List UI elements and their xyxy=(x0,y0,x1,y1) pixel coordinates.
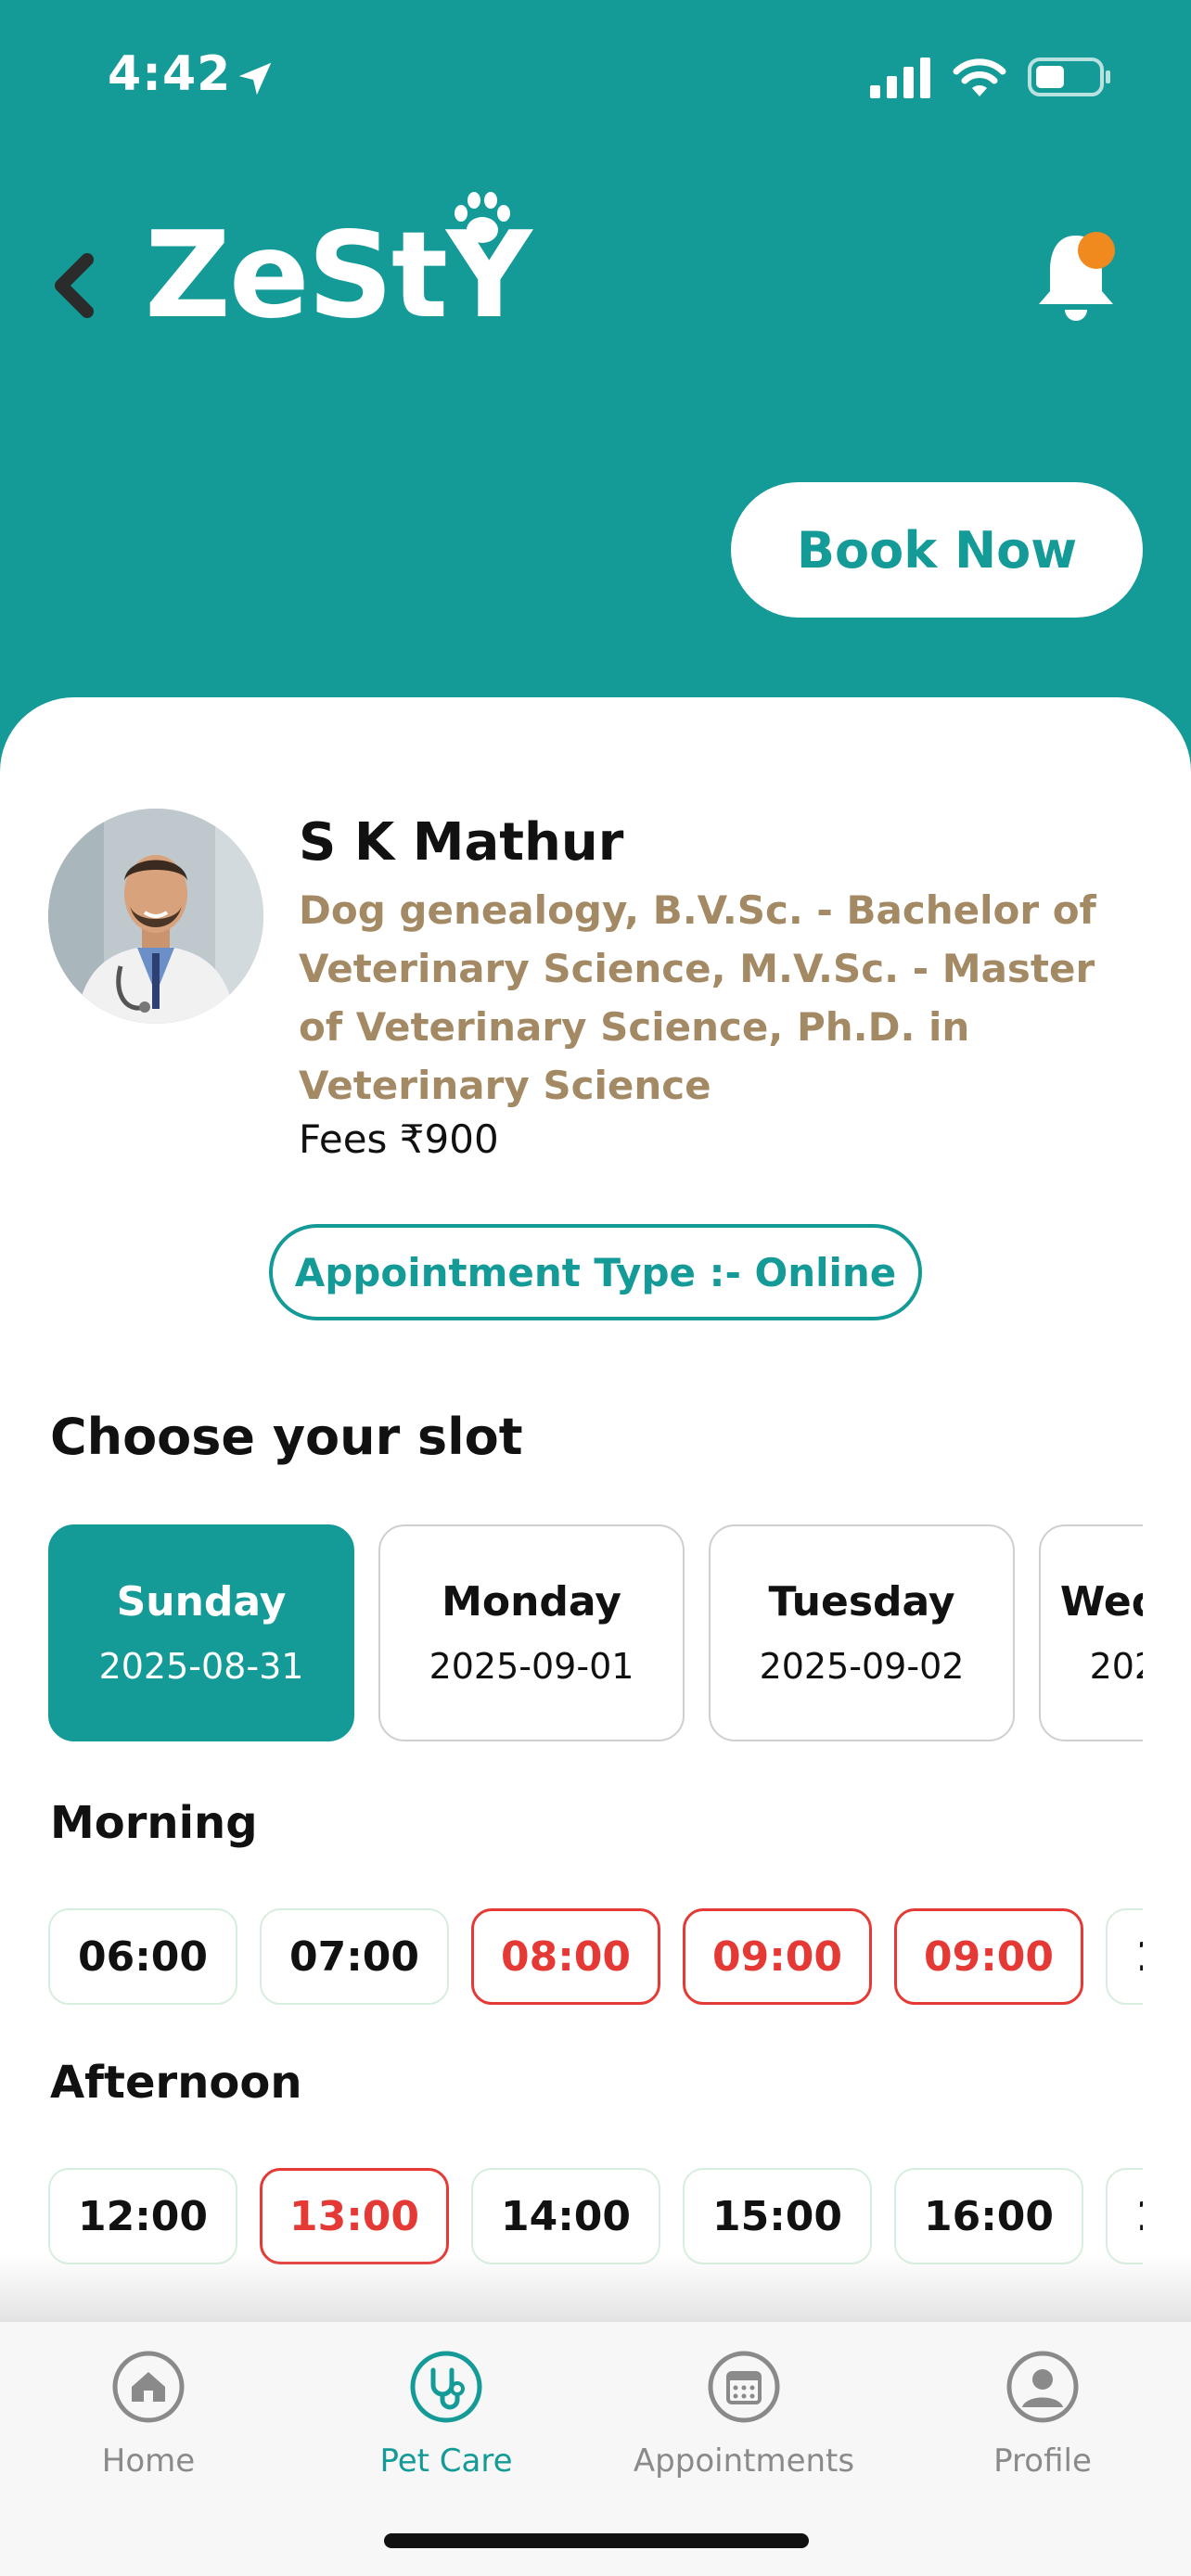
time-slot[interactable]: 16:00 xyxy=(894,2168,1083,2264)
notification-badge xyxy=(1078,232,1115,269)
time-slot[interactable]: 08:00 xyxy=(471,1908,660,2005)
time-slot[interactable]: 15:00 xyxy=(683,2168,872,2264)
day-date: 2025-09-01 xyxy=(429,1646,634,1687)
doctor-qualifications: Dog genealogy, B.V.Sc. - Bachelor of Vet… xyxy=(299,887,1096,1108)
battery-icon xyxy=(1028,57,1110,96)
day-name: Sunday xyxy=(116,1578,287,1626)
time-slot[interactable]: 09:00 xyxy=(683,1908,872,2005)
wifi-icon xyxy=(953,58,1006,96)
time-slot[interactable]: 10:00 xyxy=(1106,1908,1143,2005)
day-name: Wednesday xyxy=(1059,1578,1143,1626)
location-arrow-icon xyxy=(238,62,272,96)
appointment-type-badge: Appointment Type :- Online xyxy=(269,1224,922,1320)
time-slot[interactable]: 17:00 xyxy=(1106,2168,1143,2264)
time-slot[interactable]: 07:00 xyxy=(260,1908,449,2005)
time-slot[interactable]: 12:00 xyxy=(48,2168,237,2264)
home-indicator xyxy=(384,2533,809,2548)
day-date: 2025-08-31 xyxy=(98,1646,304,1687)
signal-icon xyxy=(870,57,930,98)
person-icon xyxy=(1006,2351,1079,2423)
day-name: Monday xyxy=(442,1578,621,1626)
book-now-button[interactable]: Book Now xyxy=(731,482,1143,618)
day-card[interactable]: Wednesday 2025-09-03 xyxy=(1039,1524,1143,1741)
day-date: 2025-09-03 xyxy=(1089,1646,1143,1687)
tab-label: Profile xyxy=(993,2442,1092,2480)
morning-slots: 06:00 07:00 08:00 09:00 09:00 10:00 xyxy=(48,1906,1143,2009)
time-slot[interactable]: 09:00 xyxy=(894,1908,1083,2005)
tab-pet-care[interactable]: Pet Care xyxy=(307,2350,585,2489)
time-slot[interactable]: 13:00 xyxy=(260,2168,449,2264)
status-time: 4:42 xyxy=(108,46,232,102)
doctor-fees: Fees ₹900 xyxy=(299,1116,499,1162)
paw-icon xyxy=(455,192,510,243)
tab-label: Home xyxy=(101,2442,196,2480)
day-date: 2025-09-02 xyxy=(759,1646,965,1687)
day-name: Tuesday xyxy=(768,1578,955,1626)
back-chevron-icon[interactable] xyxy=(46,249,102,323)
afternoon-title: Afternoon xyxy=(50,2057,302,2109)
time-slot[interactable]: 14:00 xyxy=(471,2168,660,2264)
day-card[interactable]: Sunday 2025-08-31 xyxy=(48,1524,354,1741)
doctor-name: S K Mathur xyxy=(299,812,624,873)
day-selector[interactable]: Sunday 2025-08-31 Monday 2025-09-01 Tues… xyxy=(48,1521,1143,1743)
day-card[interactable]: Tuesday 2025-09-02 xyxy=(709,1524,1015,1741)
day-card[interactable]: Monday 2025-09-01 xyxy=(378,1524,685,1741)
choose-slot-title: Choose your slot xyxy=(50,1408,523,1466)
time-slot[interactable]: 06:00 xyxy=(48,1908,237,2005)
tab-profile[interactable]: Profile xyxy=(903,2350,1182,2489)
tab-home[interactable]: Home xyxy=(9,2350,288,2489)
stethoscope-icon xyxy=(410,2351,482,2423)
tab-appointments[interactable]: Appointments xyxy=(605,2350,883,2489)
scroll-fade xyxy=(0,2253,1191,2320)
status-bar: 4:42 xyxy=(0,0,1191,158)
calendar-icon xyxy=(708,2351,780,2423)
tab-label: Pet Care xyxy=(379,2442,513,2480)
tab-label: Appointments xyxy=(633,2442,855,2480)
home-icon xyxy=(112,2351,185,2423)
morning-title: Morning xyxy=(50,1797,258,1849)
doctor-avatar xyxy=(48,809,263,1024)
